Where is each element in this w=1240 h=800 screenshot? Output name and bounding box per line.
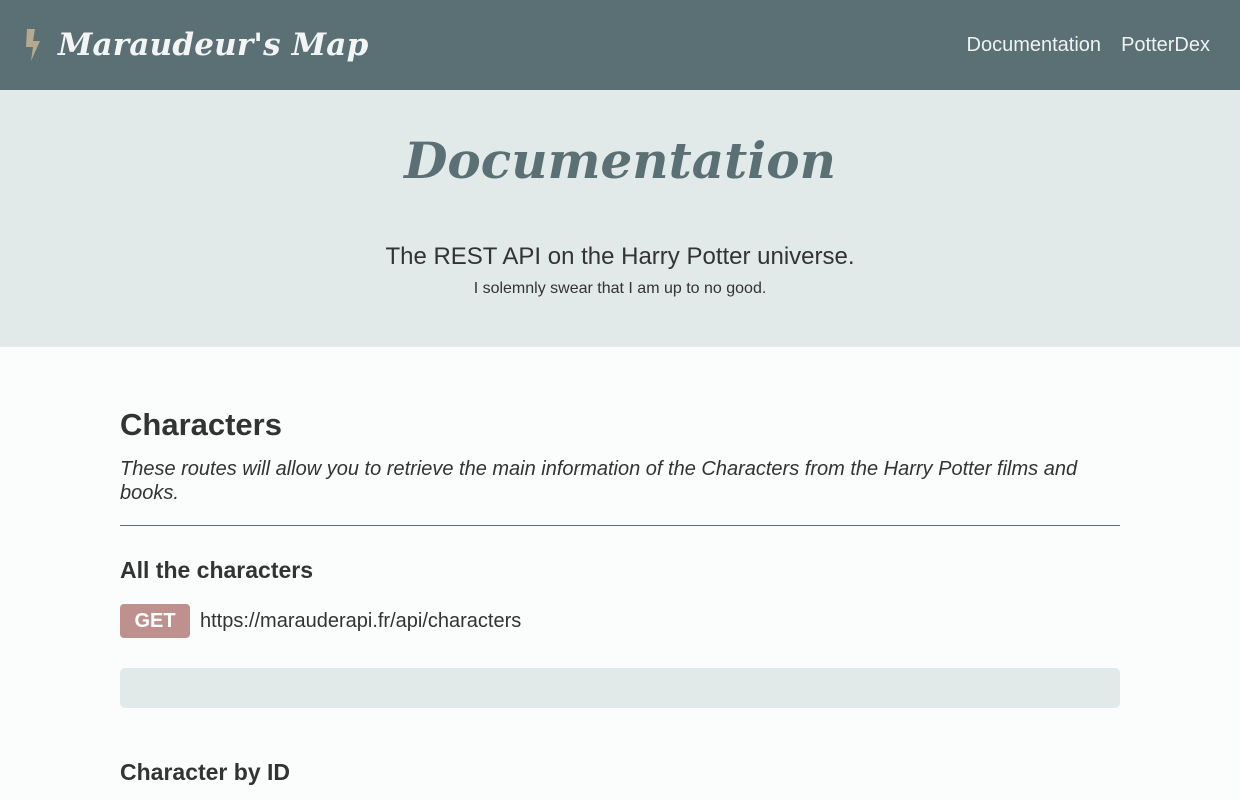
- section-description: These routes will allow you to retrieve …: [120, 457, 1120, 526]
- page-title: Documentation: [404, 131, 836, 190]
- route-title-all-characters: All the characters: [120, 557, 314, 583]
- navbar: Maraudeur's Map Documentation PotterDex: [0, 0, 1240, 90]
- route-title-character-by-id: Character by ID: [120, 759, 291, 785]
- endpoint-row: GET https://marauderapi.fr/api/character…: [120, 604, 1120, 638]
- main-content: Characters These routes will allow you t…: [0, 407, 1240, 786]
- brand[interactable]: Maraudeur's Map: [22, 27, 368, 63]
- lightning-bolt-icon: [26, 29, 40, 61]
- response-code-block: [120, 668, 1120, 708]
- endpoint-url[interactable]: https://marauderapi.fr/api/characters: [200, 610, 521, 633]
- nav-links: Documentation PotterDex: [967, 34, 1210, 57]
- section-title: Characters: [120, 407, 282, 442]
- brand-name: Maraudeur's Map: [58, 27, 369, 63]
- hero-subtitle: The REST API on the Harry Potter univers…: [385, 243, 855, 270]
- method-badge-get: GET: [120, 604, 190, 638]
- hero-tagline: I solemnly swear that I am up to no good…: [473, 280, 767, 297]
- nav-link-documentation[interactable]: Documentation: [967, 34, 1102, 57]
- nav-link-potterdex[interactable]: PotterDex: [1121, 34, 1210, 57]
- hero-banner: Documentation The REST API on the Harry …: [0, 90, 1240, 347]
